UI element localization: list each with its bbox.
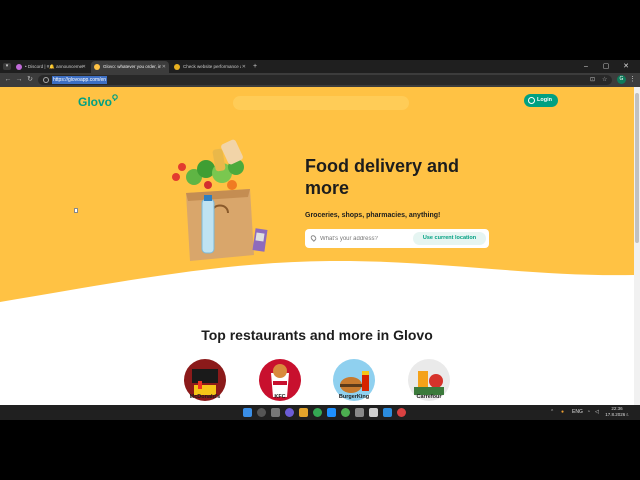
app-icon[interactable] (341, 408, 350, 417)
hero-wave (0, 260, 634, 317)
tab-performance[interactable]: Check website performance a... ✕ (171, 61, 249, 73)
app-icon[interactable] (369, 408, 378, 417)
restaurant-name: BurgerKing (338, 394, 370, 400)
file-explorer-icon[interactable] (299, 408, 308, 417)
mouse-cursor (74, 208, 78, 213)
glovo-logo[interactable]: Glovo (78, 95, 112, 109)
start-icon[interactable] (243, 408, 252, 417)
minimize-button[interactable]: – (576, 60, 596, 73)
forward-arrow-icon[interactable]: → (14, 75, 24, 85)
install-app-icon[interactable]: ⊡ (590, 75, 595, 85)
edge-icon[interactable] (327, 408, 336, 417)
clock[interactable]: 22:36 17.8.2026 г. (604, 406, 630, 418)
hero-title: Food delivery and more (305, 156, 460, 198)
screen: ▾ • Discord | #🔔 announcements ✕ Glovo: … (0, 0, 640, 480)
tab-glovo[interactable]: Glovo: whatever you order, in... ✕ (91, 61, 169, 73)
restaurant-name: KFC (274, 394, 286, 400)
login-button[interactable]: Login (524, 94, 558, 107)
restaurant-card-carrefour[interactable]: Carrefour (407, 359, 451, 405)
login-label: Login (537, 97, 552, 103)
restaurant-card-burgerking[interactable]: BurgerKing (332, 359, 376, 405)
new-tab-button[interactable]: + (253, 61, 257, 73)
address-bar[interactable]: https://glovoapp.com/en ⊡ ☆ (38, 75, 612, 85)
logo-pin-icon (112, 94, 118, 101)
tab-strip: ▾ • Discord | #🔔 announcements ✕ Glovo: … (0, 60, 640, 73)
discord-icon[interactable] (285, 408, 294, 417)
back-arrow-icon[interactable]: ← (3, 75, 13, 85)
site-info-icon[interactable] (43, 77, 49, 83)
language-indicator[interactable]: ENG (572, 408, 583, 417)
task-view-icon[interactable] (271, 408, 280, 417)
tab-close-icon[interactable]: ✕ (162, 61, 166, 73)
tab-close-icon[interactable]: ✕ (82, 61, 86, 73)
app-icon[interactable] (397, 408, 406, 417)
header-address-bar (233, 96, 409, 110)
app-icon[interactable] (383, 408, 392, 417)
performance-favicon-icon (174, 64, 180, 70)
restaurant-card-kfc[interactable]: KFC (258, 359, 302, 405)
tab-search-icon[interactable]: ▾ (3, 63, 11, 70)
page-scrollbar[interactable] (634, 87, 640, 405)
location-pin-icon (309, 234, 318, 242)
volume-icon[interactable]: ◁ (595, 408, 599, 417)
taskbar: ⌃ ● ENG ◔ ◁ 22:36 17.8.2026 г. (0, 405, 640, 420)
use-current-location-button[interactable]: Use current location (413, 232, 486, 245)
address-search-box: Use current location (305, 229, 489, 248)
discord-favicon-icon (16, 64, 22, 70)
tray-app-icon[interactable]: ● (561, 408, 564, 417)
tab-title: Glovo: whatever you order, in... (103, 64, 161, 69)
menu-kebab-icon[interactable]: ⋮ (629, 75, 636, 85)
profile-avatar[interactable]: G (617, 75, 626, 84)
restaurant-name: McDonald's (189, 394, 221, 400)
browser-window: ▾ • Discord | #🔔 announcements ✕ Glovo: … (0, 60, 640, 420)
app-icon[interactable] (355, 408, 364, 417)
tab-discord[interactable]: • Discord | #🔔 announcements ✕ (13, 61, 89, 73)
address-input[interactable] (320, 232, 410, 245)
glovo-favicon-icon (94, 64, 100, 70)
glovo-page: Glovo Login Food delivery and more Groce… (0, 87, 634, 405)
url-text[interactable]: https://glovoapp.com/en (52, 76, 108, 84)
network-icon[interactable]: ◔ (587, 408, 590, 417)
bookmark-star-icon[interactable]: ☆ (602, 75, 607, 85)
browser-toolbar: ← → ↻ https://glovoapp.com/en ⊡ ☆ G ⋮ (0, 73, 640, 87)
tab-title: • Discord | #🔔 announcements (25, 64, 83, 69)
restaurants-heading: Top restaurants and more in Glovo (201, 327, 433, 343)
chrome-icon[interactable] (313, 408, 322, 417)
clock-date: 17.8.2026 г. (605, 412, 629, 417)
reload-icon[interactable]: ↻ (25, 75, 35, 85)
hero-subtitle: Groceries, shops, pharmacies, anything! (305, 212, 441, 219)
maximize-button[interactable]: ▢ (596, 60, 616, 73)
user-icon (528, 97, 535, 104)
tab-title: Check website performance a... (183, 64, 241, 69)
search-icon[interactable] (257, 408, 266, 417)
tab-close-icon[interactable]: ✕ (242, 61, 246, 73)
close-window-button[interactable]: ✕ (616, 60, 636, 73)
restaurant-name: Carrefour (416, 394, 442, 400)
restaurant-card-mcdonalds[interactable]: McDonald's (183, 359, 227, 405)
tray-chevron-icon[interactable]: ⌃ (550, 408, 554, 417)
scrollbar-thumb[interactable] (635, 93, 639, 243)
grocery-bag-illustration (172, 139, 268, 261)
